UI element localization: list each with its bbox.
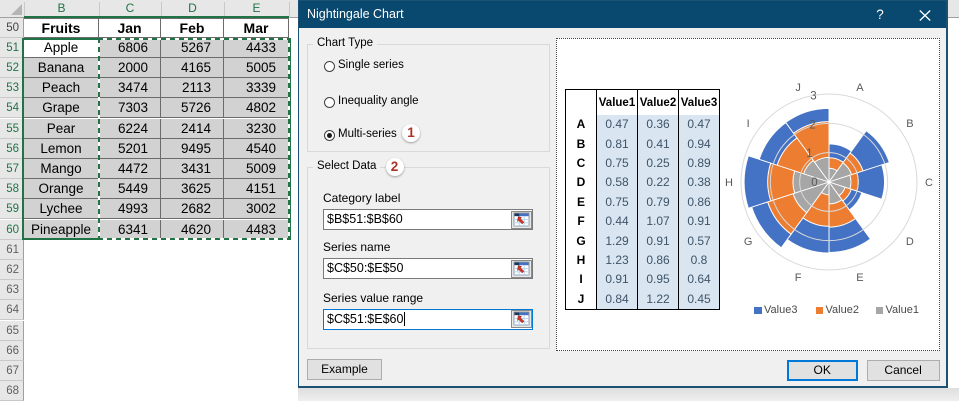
svg-text:G: G — [743, 236, 752, 248]
svg-text:B: B — [906, 118, 913, 130]
svg-text:C: C — [925, 177, 933, 189]
svg-text:A: A — [856, 82, 864, 94]
svg-text:D: D — [905, 236, 913, 248]
svg-text:0: 0 — [811, 177, 817, 189]
svg-text:2: 2 — [809, 119, 815, 131]
svg-text:J: J — [795, 82, 801, 94]
svg-text:F: F — [794, 272, 801, 284]
svg-text:H: H — [725, 177, 733, 189]
svg-text:E: E — [856, 272, 863, 284]
svg-text:I: I — [746, 118, 749, 130]
svg-text:3: 3 — [810, 91, 816, 103]
svg-text:1: 1 — [806, 148, 812, 160]
